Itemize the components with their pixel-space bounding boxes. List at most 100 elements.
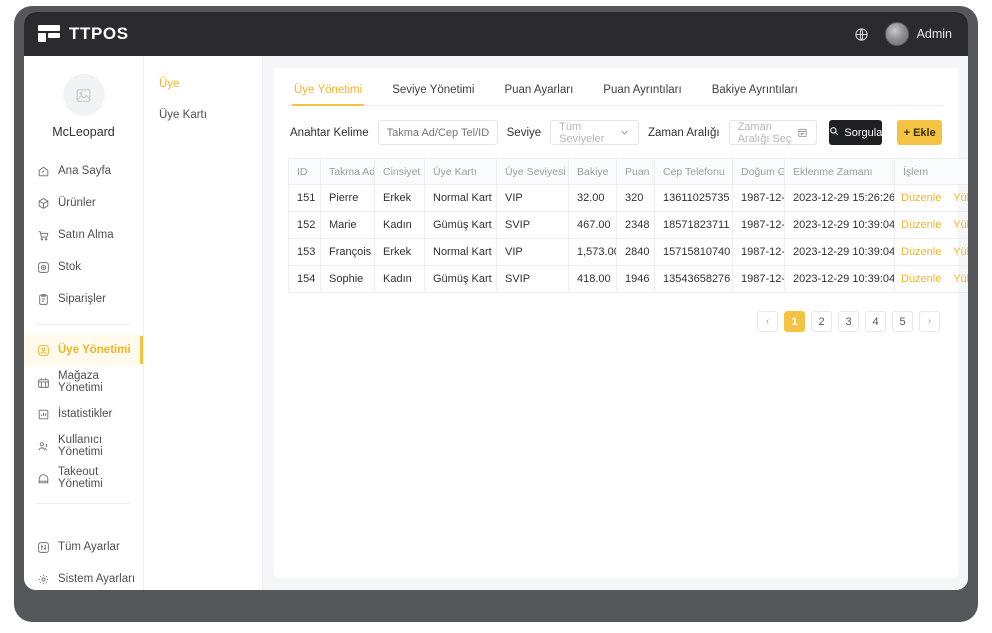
sidebar-item-tum-ayarlar[interactable]: Tüm Ayarlar [24, 531, 143, 563]
cell-card: Gümüş Kart [424, 211, 497, 239]
cell-gender: Kadın [374, 211, 425, 239]
table-row[interactable]: 151 Pierre Erkek Normal Kart VIP 32.00 3… [288, 184, 968, 212]
sidebar-item-ana-sayfa[interactable]: Ana Sayfa [24, 155, 143, 187]
sidebar-item-magaza-yonetimi[interactable]: Mağaza Yönetimi [24, 366, 143, 398]
search-input[interactable] [377, 120, 498, 145]
home-icon [37, 165, 51, 178]
user-menu[interactable]: Admin [884, 22, 952, 46]
cart-icon [37, 229, 51, 242]
cell-gender: Erkek [374, 238, 425, 266]
add-button[interactable]: + Ekle [897, 120, 942, 145]
col-eklenme-zamani[interactable]: Eklenme Zamanı [784, 158, 895, 185]
user-badge-icon [37, 344, 51, 357]
pagination-next[interactable]: › [919, 311, 940, 332]
cell-actions: Düzenle Yükle Sil [894, 184, 968, 212]
sidebar-item-satin-alma[interactable]: Satın Alma [24, 219, 143, 251]
col-takma-ad[interactable]: Takma Ad [320, 158, 375, 185]
cell-points: 2348 [616, 211, 655, 239]
col-islem: İşlem [894, 158, 968, 185]
cell-balance: 32.00 [568, 184, 617, 212]
cell-birthday: 1987-12-0 [732, 238, 785, 266]
cell-balance: 467.00 [568, 211, 617, 239]
col-cinsiyet[interactable]: Cinsiyet [374, 158, 425, 185]
pagination-page-5[interactable]: 5 [892, 311, 913, 332]
col-puan[interactable]: Puan [616, 158, 655, 185]
daterange-picker[interactable]: Zaman Aralığı Seç [728, 120, 818, 145]
submenu: Üye Üye Kartı [144, 56, 263, 590]
submenu-item-uye-karti[interactable]: Üye Kartı [159, 109, 262, 121]
sidebar-nav: Ana Sayfa Ürünler Satın Alma Stok Sipari… [24, 155, 143, 590]
app-body: McLeopard Ana Sayfa Ürünler Satın Alma S… [24, 56, 968, 590]
col-uye-seviyesi[interactable]: Üye Seviyesi [496, 158, 569, 185]
level-select-value: Tüm Seviyeler [559, 120, 605, 145]
cell-phone: 18571823711 [654, 211, 733, 239]
cell-points: 2840 [616, 238, 655, 266]
upload-link[interactable]: Yükle [953, 192, 968, 204]
cell-id: 152 [288, 211, 321, 239]
cell-created: 2023-12-29 10:39:04 [784, 238, 895, 266]
cell-level: SVIP [496, 211, 569, 239]
cell-gender: Kadın [374, 265, 425, 293]
cell-card: Normal Kart [424, 238, 497, 266]
table-row[interactable]: 153 François Erkek Normal Kart VIP 1,573… [288, 238, 968, 266]
chart-icon [37, 408, 51, 421]
pagination-page-1[interactable]: 1 [784, 311, 805, 332]
tab-seviye-yonetimi[interactable]: Seviye Yönetimi [390, 80, 476, 105]
sidebar-item-label: Siparişler [58, 293, 106, 305]
tab-bakiye-ayrintilari[interactable]: Bakiye Ayrıntıları [710, 80, 800, 105]
sidebar-item-siparisler[interactable]: Siparişler [24, 283, 143, 315]
edit-link[interactable]: Düzenle [901, 192, 941, 204]
clipboard-icon [37, 293, 51, 306]
tab-puan-ayrintilari[interactable]: Puan Ayrıntıları [601, 80, 683, 105]
upload-link[interactable]: Yükle [953, 246, 968, 258]
col-id[interactable]: ID [288, 158, 321, 185]
submenu-item-uye[interactable]: Üye [159, 78, 262, 90]
upload-link[interactable]: Yükle [953, 219, 968, 231]
upload-link[interactable]: Yükle [953, 273, 968, 285]
sidebar-item-stok[interactable]: Stok [24, 251, 143, 283]
sliders-icon [37, 541, 51, 554]
pagination: ‹ 1 2 3 4 5 › [288, 293, 944, 332]
user-name: Admin [916, 27, 952, 41]
table-row[interactable]: 154 Sophie Kadın Gümüş Kart SVIP 418.00 … [288, 265, 968, 293]
cell-nickname: François [320, 238, 375, 266]
sidebar-item-uye-yonetimi[interactable]: Üye Yönetimi [24, 334, 143, 366]
target-icon [37, 261, 51, 274]
sidebar-item-label: Sistem Ayarları [58, 573, 136, 585]
col-dogum-gunu[interactable]: Doğum Gü [732, 158, 785, 185]
sidebar-item-urunler[interactable]: Ürünler [24, 187, 143, 219]
pagination-page-4[interactable]: 4 [865, 311, 886, 332]
query-button-label: Sorgula [844, 126, 883, 139]
sidebar-item-label: Tüm Ayarlar [58, 541, 120, 553]
edit-link[interactable]: Düzenle [901, 246, 941, 258]
top-bar-right: Admin [854, 22, 952, 46]
col-uye-karti[interactable]: Üye Kartı [424, 158, 497, 185]
store-profile: McLeopard [24, 68, 143, 155]
cell-birthday: 1987-12-0 [732, 184, 785, 212]
tab-puan-ayarlari[interactable]: Puan Ayarları [502, 80, 575, 105]
tab-uye-yonetimi[interactable]: Üye Yönetimi [292, 80, 365, 106]
sidebar-item-sistem-ayarlari[interactable]: Sistem Ayarları [24, 563, 143, 590]
cell-birthday: 1987-12-0 [732, 211, 785, 239]
cell-level: VIP [496, 238, 569, 266]
sidebar-item-takeout-yonetimi[interactable]: Takeout Yönetimi [24, 462, 143, 494]
col-cep-telefonu[interactable]: Cep Telefonu [654, 158, 733, 185]
cell-actions: Düzenle Yükle Sil [894, 238, 968, 266]
edit-link[interactable]: Düzenle [901, 219, 941, 231]
calendar-icon [797, 127, 808, 138]
pagination-page-2[interactable]: 2 [811, 311, 832, 332]
level-select[interactable]: Tüm Seviyeler [550, 120, 639, 145]
col-bakiye[interactable]: Bakiye [568, 158, 617, 185]
brand-logo[interactable]: TTPOS [38, 24, 129, 44]
ttpos-logo-icon [38, 25, 60, 43]
sidebar-item-istatistikler[interactable]: İstatistikler [24, 398, 143, 430]
sidebar-item-label: İstatistikler [58, 408, 113, 420]
sidebar-item-kullanici-yonetimi[interactable]: Kullanıcı Yönetimi [24, 430, 143, 462]
pagination-prev[interactable]: ‹ [757, 311, 778, 332]
edit-link[interactable]: Düzenle [901, 273, 941, 285]
cell-nickname: Pierre [320, 184, 375, 212]
table-row[interactable]: 152 Marie Kadın Gümüş Kart SVIP 467.00 2… [288, 211, 968, 239]
pagination-page-3[interactable]: 3 [838, 311, 859, 332]
globe-icon[interactable] [854, 27, 869, 42]
query-button[interactable]: Sorgula [829, 120, 883, 145]
